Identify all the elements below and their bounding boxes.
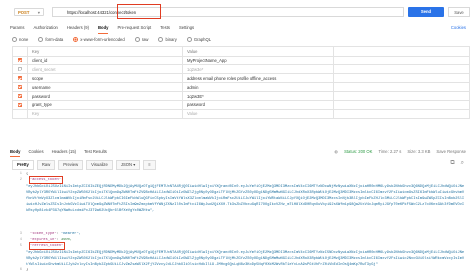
url-input[interactable]: https://localhost:44321/connect/token	[52, 7, 404, 17]
body-type-form-data[interactable]: form-data	[38, 37, 63, 43]
tab-params[interactable]: Params	[10, 25, 24, 30]
json-token-type-value: "Bearer",	[61, 232, 81, 236]
body-type-raw[interactable]: raw	[134, 37, 148, 43]
row-value[interactable]: admin	[182, 82, 334, 93]
row-key[interactable]: scope	[27, 73, 183, 84]
table-header-row: Key Value	[12, 46, 470, 57]
table-row[interactable]: scope address email phone roles profile …	[12, 73, 470, 84]
method-label: POST	[18, 10, 30, 15]
chevron-down-icon: ▾	[37, 10, 40, 15]
tab-headers[interactable]: Headers (9)	[67, 25, 89, 30]
tab-settings[interactable]: Settings	[179, 25, 194, 30]
params-table: Key Value client_id MyProjectName_App cl…	[12, 46, 470, 119]
save-button[interactable]: Save	[448, 7, 470, 17]
response-actions: ⧉ ⌕	[450, 160, 464, 167]
response-tabs: Body Cookies Headers (15) Test Results	[10, 149, 107, 157]
wrap-lines-icon[interactable]: ≡	[143, 160, 156, 170]
row-key[interactable]: username	[27, 82, 183, 93]
table-row-empty[interactable]: Key Value	[12, 108, 470, 119]
body-type-graphql[interactable]: GraphQL	[186, 37, 211, 43]
table-row[interactable]: username admin	[12, 82, 470, 93]
row-checkbox[interactable]	[18, 76, 22, 81]
row-key-placeholder[interactable]: Key	[27, 108, 183, 119]
response-json: 1 { 2 "access_token": "eyJhbGciOiJSUzI1N…	[19, 172, 465, 272]
response-status: ◍ Status: 200 OK Time: 2.27 s Size: 3.3 …	[334, 149, 466, 154]
row-value[interactable]: MyProjectName_App	[182, 55, 334, 66]
cookies-link[interactable]: Cookies	[451, 25, 466, 30]
view-raw-button[interactable]: Raw	[36, 160, 56, 170]
view-mode-bar: Pretty Raw Preview Visualize JSON ▾ ≡	[12, 160, 156, 170]
refresh-token-highlight	[29, 242, 65, 250]
json-refresh-token-value: "eyJhbGciOiJSUzI1NiIsImtpZCI6IkZEQjRDNDM…	[26, 251, 465, 267]
format-select[interactable]: JSON ▾	[115, 160, 141, 170]
table-row[interactable]: client_secret 1q2w3e*	[12, 64, 470, 75]
row-key[interactable]: client_id	[27, 55, 183, 66]
row-value[interactable]: 1q2w3E*	[182, 91, 334, 101]
row-value[interactable]: password	[182, 99, 334, 110]
row-key[interactable]: grant_type	[27, 99, 183, 110]
copy-icon[interactable]: ⧉	[450, 160, 454, 167]
response-tab-cookies[interactable]: Cookies	[28, 149, 43, 154]
response-tab-body[interactable]: Body	[10, 149, 21, 157]
table-row[interactable]: password 1q2w3E*	[12, 91, 470, 101]
table-row[interactable]: client_id MyProjectName_App	[12, 55, 470, 66]
save-response-button[interactable]: Save Response	[436, 149, 466, 154]
json-key-token-type: "token_type"	[30, 232, 57, 236]
body-type-none[interactable]: none	[12, 37, 28, 43]
row-key[interactable]: password	[27, 91, 183, 101]
tab-authorization[interactable]: Authorization	[33, 25, 57, 30]
method-select[interactable]: POST ▾	[14, 8, 44, 16]
url-path-highlight	[117, 4, 161, 19]
body-type-urlencoded[interactable]: x-www-form-urlencoded	[73, 37, 125, 43]
row-checkbox[interactable]	[18, 85, 22, 90]
row-checkbox[interactable]	[18, 94, 22, 98]
row-checkbox[interactable]	[18, 102, 22, 107]
row-value-placeholder[interactable]: Value	[182, 108, 334, 119]
access-token-highlight	[29, 176, 63, 184]
json-close-brace: }	[26, 268, 29, 272]
tab-tests[interactable]: Tests	[160, 25, 170, 30]
response-size: Size: 3.3 KB	[407, 149, 431, 154]
row-checkbox[interactable]	[18, 67, 22, 72]
response-time: Time: 2.27 s	[378, 149, 402, 154]
body-type-options: none form-data x-www-form-urlencoded raw…	[12, 37, 211, 43]
send-button[interactable]: Send	[408, 7, 444, 17]
response-tab-headers[interactable]: Headers (15)	[52, 149, 76, 154]
row-value[interactable]: 1q2w3e*	[182, 64, 334, 75]
view-preview-button[interactable]: Preview	[58, 160, 84, 170]
view-pretty-button[interactable]: Pretty	[12, 160, 34, 170]
view-visualize-button[interactable]: Visualize	[86, 160, 113, 170]
tab-pre-request-script[interactable]: Pre-request Script	[117, 25, 151, 30]
value-column-header: Value	[182, 46, 334, 57]
row-key[interactable]: client_secret	[27, 64, 183, 75]
search-icon[interactable]: ⌕	[461, 160, 464, 167]
response-tab-test-results[interactable]: Test Results	[84, 149, 107, 154]
row-value[interactable]: address email phone roles profile offlin…	[182, 73, 334, 84]
key-column-header: Key	[27, 46, 183, 57]
request-tabs: Params Authorization Headers (9) Body Pr…	[10, 25, 194, 34]
json-open-brace: {	[26, 172, 29, 176]
globe-icon: ◍	[334, 149, 339, 154]
tab-body[interactable]: Body	[98, 25, 109, 34]
row-checkbox[interactable]	[18, 58, 22, 63]
body-type-binary[interactable]: binary	[158, 37, 177, 43]
status-code: Status: 200 OK	[344, 149, 373, 154]
table-row[interactable]: grant_type password	[12, 99, 470, 110]
json-access-token-value: "eyJhbGciOiJSUzI1NiIsImtpZCI6IkZEQjRDNDM…	[26, 185, 465, 213]
